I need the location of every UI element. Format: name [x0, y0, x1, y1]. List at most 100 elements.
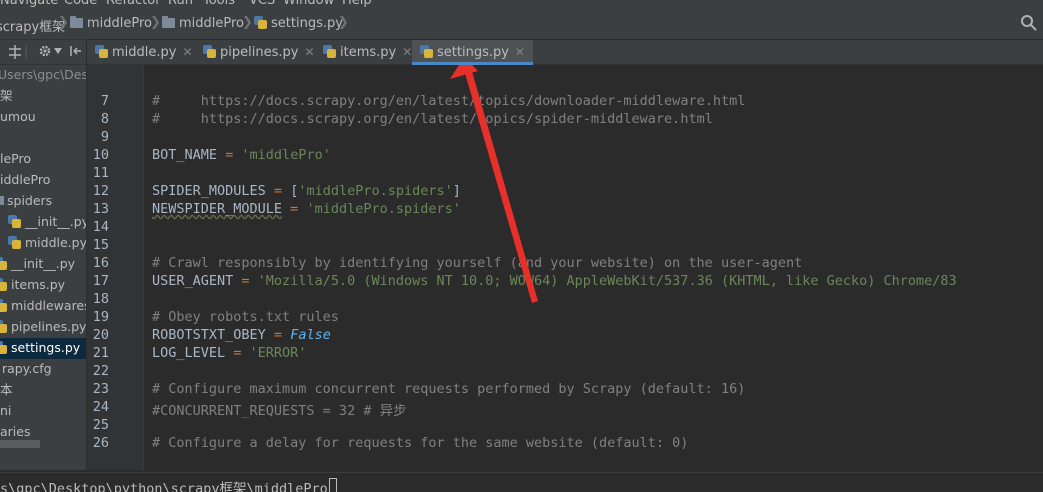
- line-number: 10: [92, 147, 109, 163]
- line-number: 23: [92, 381, 109, 397]
- tree-item-label: settings.py: [11, 340, 81, 355]
- python-file-icon: [8, 215, 21, 228]
- close-icon[interactable]: ✕: [304, 45, 314, 59]
- menu-help[interactable]: Help: [342, 0, 372, 8]
- arrow-head: [450, 65, 478, 79]
- menu-navigate[interactable]: Navigate: [0, 0, 58, 8]
- menu-refactor[interactable]: Refactor: [106, 0, 161, 8]
- chevron-right-icon: ❯: [150, 15, 161, 30]
- line-number: 22: [92, 363, 109, 379]
- tree-item-middle[interactable]: middle.py: [8, 233, 87, 254]
- line-number: 21: [92, 345, 109, 361]
- tree-item-spiders[interactable]: spiders: [0, 191, 52, 212]
- breadcrumb-label: middlePro: [87, 16, 153, 31]
- line-number: 12: [92, 183, 109, 199]
- menu-tools[interactable]: Tools: [203, 0, 235, 8]
- folder-icon: [0, 196, 4, 205]
- chevron-right-icon: ❯: [58, 15, 69, 30]
- python-file-icon: [8, 236, 21, 249]
- python-file-icon: [254, 16, 267, 29]
- line-number: 14: [92, 219, 109, 235]
- search-icon[interactable]: [1019, 13, 1039, 33]
- tab-label: settings.py: [437, 45, 509, 60]
- line-number: 26: [92, 435, 109, 451]
- breadcrumb-label: middlePro: [179, 16, 245, 31]
- line-number-gutter: 7 8 9 10 11 12 13 14 15 16 17 18 19 20 2…: [87, 65, 144, 470]
- tree-item-items[interactable]: items.py: [0, 275, 65, 296]
- chevron-down-icon[interactable]: [54, 48, 62, 54]
- close-icon[interactable]: ✕: [515, 45, 525, 59]
- line-number: 18: [92, 291, 109, 307]
- menu-vcs[interactable]: VCS: [249, 0, 275, 8]
- python-file-icon: [95, 45, 108, 58]
- menu-code[interactable]: Code: [64, 0, 97, 8]
- breadcrumb: scrapy框架 ❯ middlePro ❯ middlePro ❯ setti…: [0, 9, 1043, 40]
- tree-item-umou[interactable]: umou: [0, 107, 36, 128]
- tree-item-middlepro-root[interactable]: lePro: [0, 149, 31, 170]
- tab-label: middle.py: [112, 45, 177, 60]
- menu-window[interactable]: Window: [283, 0, 334, 8]
- tree-item-label: middlewares.p: [11, 298, 86, 313]
- line-number: 17: [92, 273, 109, 289]
- tree-item-ni[interactable]: ni: [0, 401, 11, 422]
- code-editor[interactable]: # https://docs.scrapy.org/en/latest/topi…: [144, 65, 1043, 470]
- terminal-cursor: [328, 478, 337, 492]
- chevron-right-icon: ❯: [242, 15, 253, 30]
- terminal-panel[interactable]: s\gpc\Desktop\python\scrapy框架\middlePro: [0, 472, 1043, 492]
- line-number: 13: [92, 201, 109, 217]
- breadcrumb-item-middlepro-pkg[interactable]: middlePro: [162, 16, 244, 31]
- tree-item-label: spiders: [7, 193, 53, 208]
- close-icon[interactable]: ✕: [182, 45, 192, 59]
- divider: [25, 45, 27, 59]
- tree-scrollbar[interactable]: [0, 440, 40, 448]
- breadcrumb-item-scrapy[interactable]: scrapy框架: [0, 16, 65, 35]
- hide-panel-icon[interactable]: [70, 45, 82, 57]
- python-file-icon: [203, 45, 216, 58]
- line-number: 20: [92, 327, 109, 343]
- tree-item-label: __init__.py: [25, 214, 87, 229]
- tree-item-init[interactable]: __init__.py: [0, 254, 75, 275]
- terminal-path: s\gpc\Desktop\python\scrapy框架\middlePro: [0, 481, 328, 492]
- menu-run[interactable]: Run: [168, 0, 193, 8]
- line-number: 15: [92, 237, 109, 253]
- tab-items[interactable]: items.py ✕: [323, 40, 412, 64]
- line-number: 24: [92, 399, 109, 415]
- tab-middle[interactable]: middle.py ✕: [95, 40, 193, 64]
- line-number: 11: [92, 165, 109, 181]
- tree-item-ben[interactable]: 本: [0, 380, 13, 401]
- line-number: 16: [92, 255, 109, 271]
- line-number: 9: [100, 129, 109, 145]
- arrow-shaft: [462, 65, 538, 303]
- python-file-icon: [0, 257, 7, 270]
- terminal-prompt: s\gpc\Desktop\python\scrapy框架\middlePro: [0, 477, 337, 492]
- gear-icon[interactable]: [38, 44, 52, 58]
- project-panel-header: [0, 40, 86, 65]
- folder-icon: [70, 16, 83, 28]
- tree-path-fragment: Users\gpc\Desk: [0, 67, 86, 82]
- tab-settings[interactable]: settings.py ✕: [412, 40, 533, 65]
- editor-tabs: middle.py ✕ pipelines.py ✕ items.py ✕ setti…: [87, 40, 1043, 65]
- breadcrumb-item-middlepro-root[interactable]: middlePro: [70, 16, 152, 31]
- line-number: 25: [92, 417, 109, 433]
- breadcrumb-item-settings[interactable]: settings.py: [254, 16, 343, 31]
- tree-item-init-spiders[interactable]: __init__.py: [8, 212, 87, 233]
- tree-item-middlewares[interactable]: middlewares.p: [0, 296, 86, 317]
- tree-item-label: pipelines.py: [11, 319, 87, 334]
- tree-item-scrapy-cfg[interactable]: rapy.cfg: [0, 359, 52, 380]
- line-number: 7: [100, 93, 109, 109]
- python-file-icon: [323, 45, 336, 58]
- tree-item-settings[interactable]: settings.py: [0, 338, 86, 359]
- python-file-icon: [420, 45, 433, 58]
- tab-pipelines[interactable]: pipelines.py ✕: [203, 40, 315, 64]
- python-file-icon: [0, 299, 7, 312]
- tree-item-middlepro-pkg[interactable]: iddlePro: [0, 170, 50, 191]
- collapse-all-icon[interactable]: [8, 45, 22, 59]
- close-icon[interactable]: ✕: [402, 45, 412, 59]
- tree-item-label: middle.py: [25, 235, 87, 250]
- line-number: 19: [92, 309, 109, 325]
- python-file-icon: [0, 320, 7, 333]
- tree-item-pipelines[interactable]: pipelines.py: [0, 317, 86, 338]
- breadcrumb-label: settings.py: [271, 16, 343, 31]
- folder-icon: [162, 16, 175, 28]
- tree-item-root[interactable]: 架: [0, 86, 13, 107]
